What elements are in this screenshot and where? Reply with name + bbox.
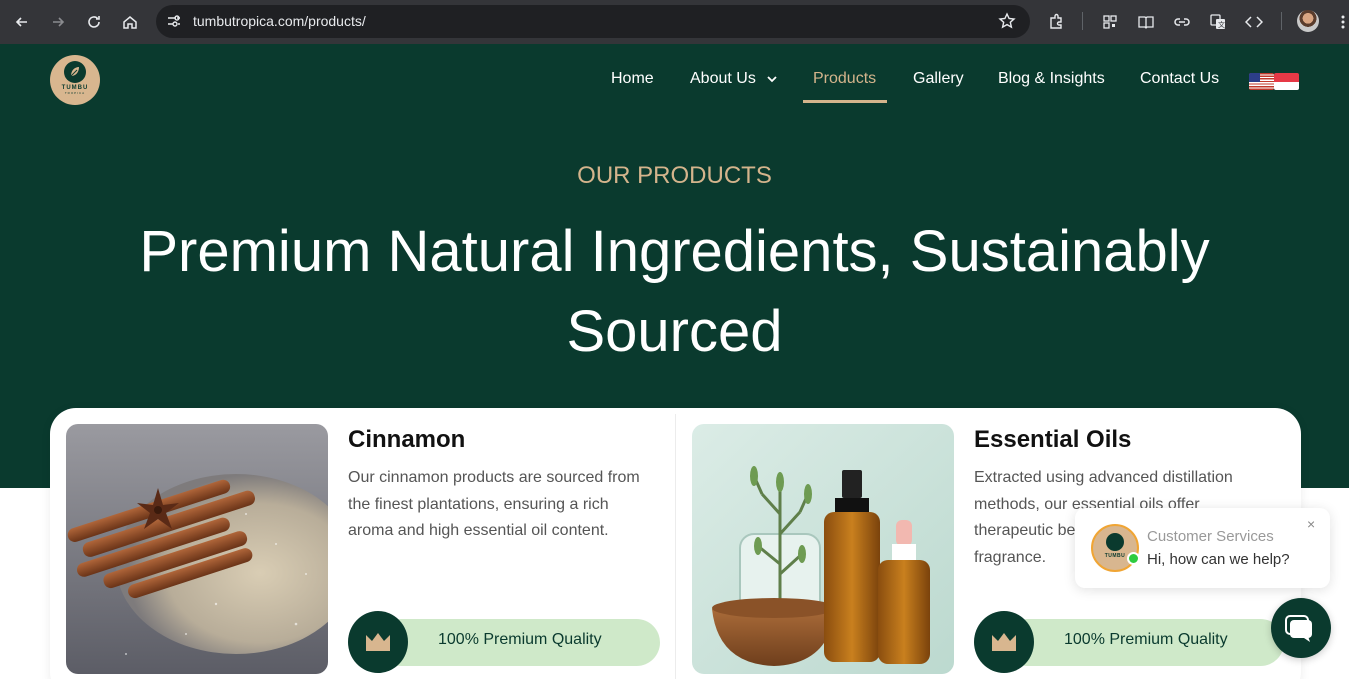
chat-launcher-button[interactable]: [1271, 598, 1331, 658]
profile-avatar[interactable]: [1297, 10, 1319, 32]
bookmark-star-icon[interactable]: [998, 12, 1016, 35]
nav-about-us[interactable]: About Us: [690, 70, 756, 88]
site-settings-icon[interactable]: [165, 12, 183, 30]
us-flag-icon[interactable]: [1249, 73, 1274, 90]
url-text[interactable]: tumbutropica.com/products/: [193, 13, 366, 29]
logo-subtext: TROPICA: [64, 91, 86, 95]
extensions-icon[interactable]: [1044, 10, 1068, 34]
reader-mode-icon[interactable]: [1134, 10, 1158, 34]
nav-home[interactable]: Home: [611, 70, 654, 88]
section-eyebrow: OUR PRODUCTS: [577, 162, 772, 189]
leaf-icon: [1106, 533, 1124, 551]
toolbar-separator: [1281, 12, 1282, 30]
page-title: Premium Natural Ingredients, Sustainably…: [139, 219, 1210, 364]
crown-icon: [974, 611, 1034, 673]
browser-toolbar: tumbutropica.com/products/ 文: [0, 0, 1349, 44]
more-menu-icon[interactable]: [1331, 10, 1349, 34]
product-description: Our cinnamon products are sourced from t…: [348, 469, 640, 539]
essential-oils-image: [692, 424, 954, 674]
indonesia-flag-icon[interactable]: [1274, 73, 1299, 90]
chat-avatar-logo-text: TUMBU: [1104, 553, 1126, 559]
cinnamon-image: [66, 424, 328, 674]
forward-icon[interactable]: [46, 10, 70, 34]
nav-gallery[interactable]: Gallery: [913, 70, 964, 88]
reload-icon[interactable]: [82, 10, 106, 34]
nav-blog-insights[interactable]: Blog & Insights: [998, 70, 1105, 88]
online-status-dot: [1127, 552, 1140, 565]
nav-active-indicator: [803, 100, 887, 103]
address-bar[interactable]: tumbutropica.com/products/: [156, 5, 1030, 38]
description-text-tail: fragrance.: [974, 548, 1047, 566]
translate-icon[interactable]: 文: [1206, 10, 1230, 34]
chat-message: Hi, how can we help?: [1147, 551, 1290, 568]
quality-label: 100% Premium Quality: [438, 631, 602, 648]
close-icon[interactable]: ×: [1307, 516, 1315, 532]
chat-agent-name: Customer Services: [1147, 528, 1274, 545]
card-divider: [675, 414, 676, 679]
back-icon[interactable]: [10, 10, 34, 34]
quality-badge: 100% Premium Quality: [974, 611, 1286, 673]
crown-icon: [348, 611, 408, 673]
link-icon[interactable]: [1170, 10, 1194, 34]
quality-badge: 100% Premium Quality: [348, 611, 660, 673]
nav-contact-us[interactable]: Contact Us: [1140, 70, 1219, 88]
product-title: Cinnamon: [348, 426, 466, 453]
svg-text:文: 文: [1218, 20, 1225, 29]
chat-popup[interactable]: TUMBU Customer Services Hi, how can we h…: [1075, 508, 1330, 588]
chat-bubble-icon: [1285, 615, 1312, 642]
code-icon[interactable]: [1242, 10, 1266, 34]
qr-code-icon[interactable]: [1098, 10, 1122, 34]
product-title: Essential Oils: [974, 426, 1132, 453]
home-icon[interactable]: [118, 10, 142, 34]
leaf-icon: [64, 61, 86, 83]
site-logo[interactable]: TUMBU TROPICA: [50, 55, 100, 105]
quality-label: 100% Premium Quality: [1064, 631, 1228, 648]
nav-products[interactable]: Products: [813, 70, 876, 88]
toolbar-separator: [1082, 12, 1083, 30]
chevron-down-icon[interactable]: [766, 74, 778, 84]
